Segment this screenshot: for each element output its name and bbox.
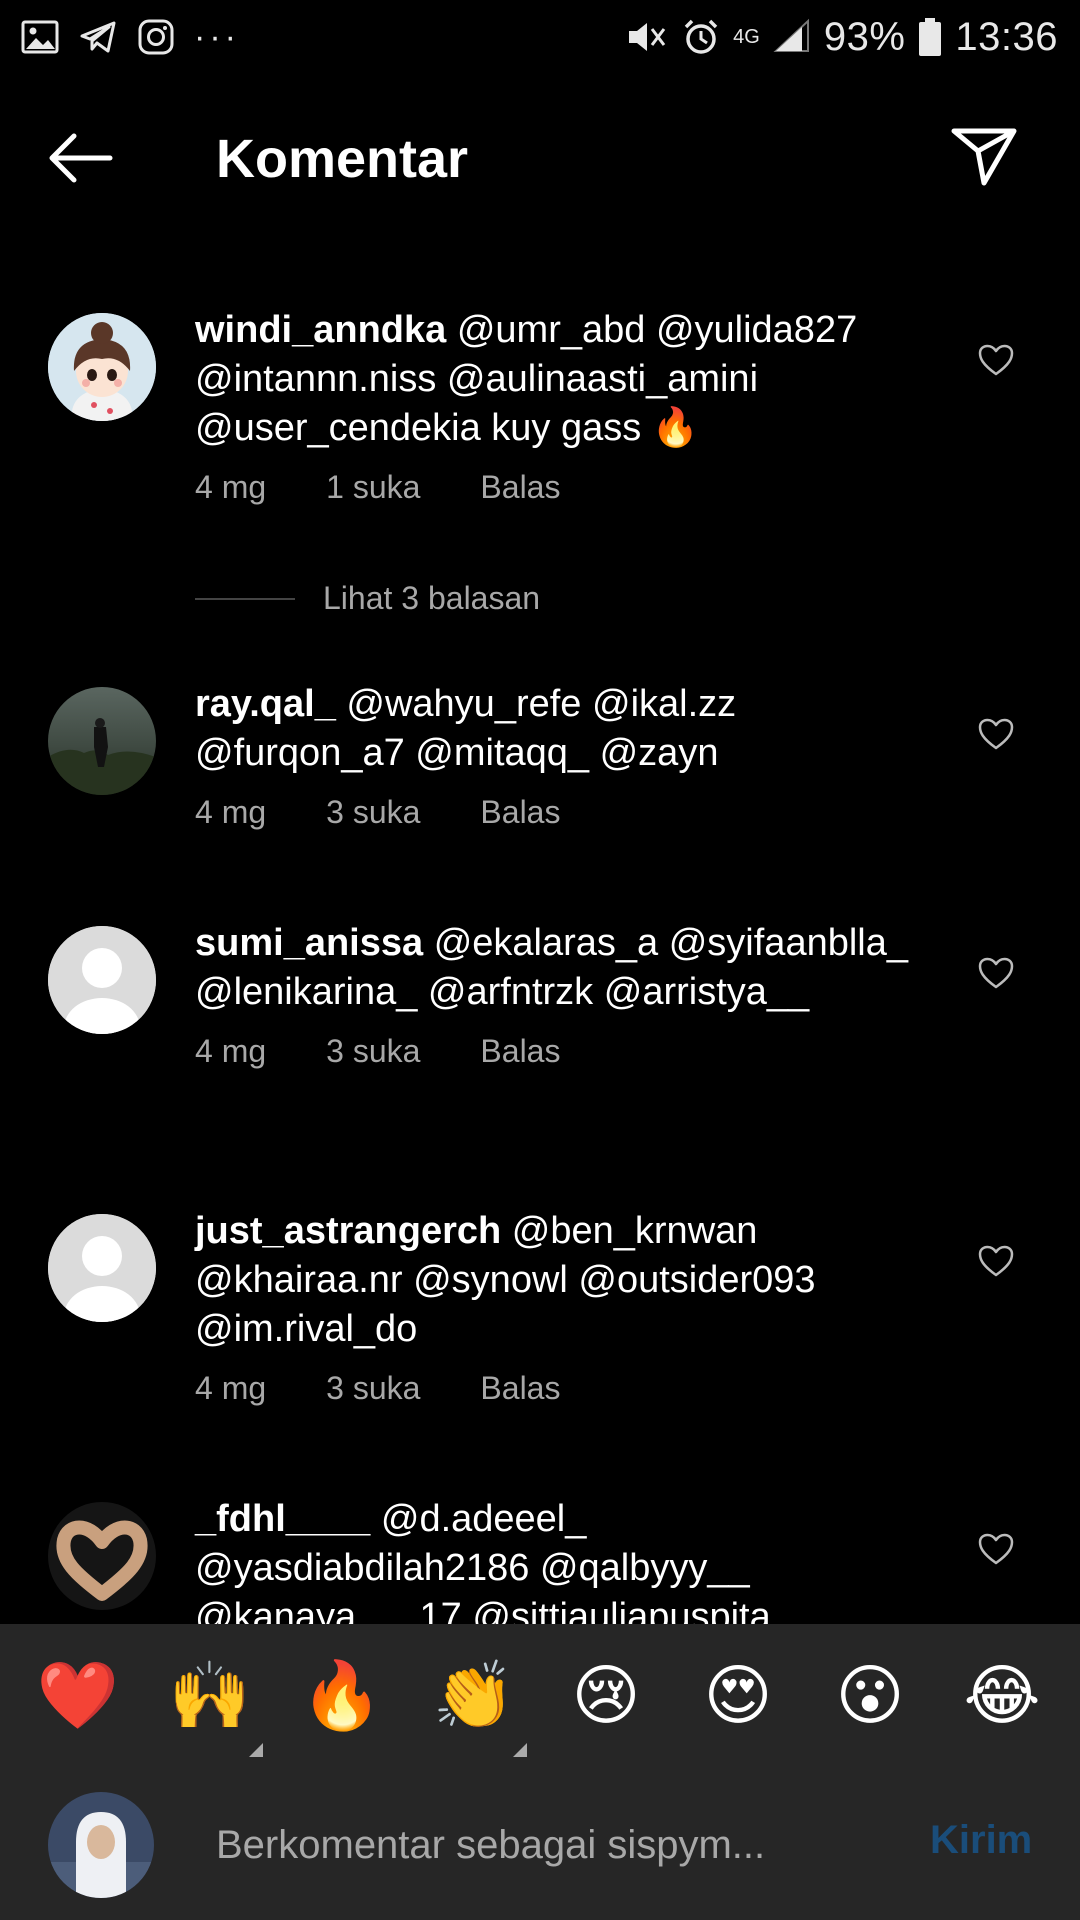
default-user-icon [48,1214,156,1322]
comment-username[interactable]: ray.qal_ [195,683,336,725]
replies-divider [195,597,295,600]
emoji-quick-bar: ❤️ 🙌 🔥 👏 😢 😍 😮 😂 [0,1624,1080,1766]
comment-body: just_astrangerch @ben_krnwan @khairaa.nr… [195,1207,930,1407]
comment-text: sumi_anissa @ekalaras_a @syifaanblla_ @l… [195,919,930,1017]
emoji-crying-face[interactable]: 😢 [551,1655,661,1735]
heart-icon [978,1533,1014,1565]
more-notifications-icon: ··· [194,17,240,56]
comment-time: 4 mg [195,1033,267,1069]
heart-hands-avatar-icon [48,1502,156,1610]
avatar[interactable] [48,687,156,795]
gallery-icon [21,20,59,54]
reply-button[interactable]: Balas [480,794,560,831]
telegram-icon [80,21,116,53]
emoji-raising-hands[interactable]: 🙌 [155,1655,265,1757]
battery-percent: 93% [823,14,906,59]
comment-body: _fdhl____ @d.adeeel_ @yasdiabdilah2186 @… [195,1495,930,1624]
like-button[interactable] [972,710,1020,758]
comment-input[interactable] [216,1810,816,1880]
comment-meta: 4 mg 3 suka Balas [195,1033,930,1070]
back-button[interactable] [44,122,116,194]
status-bar: ··· 4G 93% 13:36 [0,0,1080,74]
comment-username[interactable]: windi_anndka [195,309,446,351]
comment-composer: Kirim [0,1766,1080,1920]
heart-icon [978,1245,1014,1277]
emoji-raising-hands-glyph: 🙌 [168,1658,252,1732]
alarm-icon [684,19,718,54]
comment-time: 4 mg [195,794,267,830]
avatar[interactable] [48,1502,156,1610]
comment-body: windi_anndka @umr_abd @yulida827 @intann… [195,306,930,506]
comment-username[interactable]: just_astrangerch [195,1210,501,1252]
clock: 13:36 [955,14,1058,59]
comment-text: ray.qal_ @wahyu_refe @ikal.zz @furqon_a7… [195,680,930,778]
heart-icon [978,344,1014,376]
comment-text: just_astrangerch @ben_krnwan @khairaa.nr… [195,1207,930,1354]
share-button[interactable] [944,116,1024,196]
comment-meta: 4 mg 3 suka Balas [195,1370,930,1407]
emoji-fire[interactable]: 🔥 [287,1655,397,1735]
comment-time: 4 mg [195,469,267,505]
arrow-left-icon [49,133,113,183]
emoji-red-heart[interactable]: ❤️ [23,1655,133,1735]
post-button[interactable]: Kirim [930,1818,1032,1863]
comment-text: _fdhl____ @d.adeeel_ @yasdiabdilah2186 @… [195,1495,930,1624]
heart-icon [978,957,1014,989]
reply-button[interactable]: Balas [480,1370,560,1407]
comment-likes[interactable]: 3 suka [326,1033,420,1070]
comment-likes[interactable]: 3 suka [326,1370,420,1407]
emoji-clapping-hands[interactable]: 👏 [419,1655,529,1757]
view-replies-button[interactable]: Lihat 3 balasan [195,580,540,617]
app-header: Komentar [0,98,1080,218]
skin-tone-indicator-icon [513,1743,527,1757]
emoji-heart-eyes[interactable]: 😍 [683,1655,793,1735]
comment-body: ray.qal_ @wahyu_refe @ikal.zz @furqon_a7… [195,680,930,831]
skin-tone-indicator-icon [249,1743,263,1757]
like-button[interactable] [972,1237,1020,1285]
like-button[interactable] [972,949,1020,997]
comment-username[interactable]: sumi_anissa [195,922,423,964]
heart-icon [978,718,1014,750]
comment-meta: 4 mg 3 suka Balas [195,794,930,831]
status-notifications: ··· [20,17,258,57]
comment-likes[interactable]: 3 suka [326,794,420,831]
reply-button[interactable]: Balas [480,1033,560,1070]
comments-list[interactable]: windi_anndka @umr_abd @yulida827 @intann… [0,300,1080,1624]
comment-meta: 4 mg 1 suka Balas [195,469,930,506]
view-replies-label: Lihat 3 balasan [323,580,541,616]
anime-girl-avatar-icon [48,313,156,421]
comment-time: 4 mg [195,1370,267,1406]
emoji-surprised-face[interactable]: 😮 [815,1655,925,1735]
default-user-icon [48,926,156,1034]
paper-plane-icon [951,128,1017,186]
avatar[interactable] [48,313,156,421]
emoji-tears-of-joy[interactable]: 😂 [947,1655,1057,1735]
page-title: Komentar [216,129,469,189]
like-button[interactable] [972,1525,1020,1573]
reply-button[interactable]: Balas [480,469,560,506]
instagram-icon [138,19,174,55]
status-system: 4G 93% 13:36 [613,15,1058,60]
network-type: 4G [733,26,760,48]
emoji-clapping-hands-glyph: 👏 [432,1658,516,1732]
photo-avatar-icon [48,687,156,795]
signal-icon [773,18,809,52]
comment-likes[interactable]: 1 suka [326,469,420,506]
my-avatar [48,1792,154,1898]
avatar[interactable] [48,926,156,1034]
mute-icon [629,23,666,51]
like-button[interactable] [972,336,1020,384]
avatar[interactable] [48,1214,156,1322]
comment-body: sumi_anissa @ekalaras_a @syifaanblla_ @l… [195,919,930,1070]
comment-username[interactable]: _fdhl____ [195,1498,370,1540]
hijab-user-avatar-icon [48,1792,154,1898]
comment-text: windi_anndka @umr_abd @yulida827 @intann… [195,306,930,453]
battery-icon [919,18,942,56]
